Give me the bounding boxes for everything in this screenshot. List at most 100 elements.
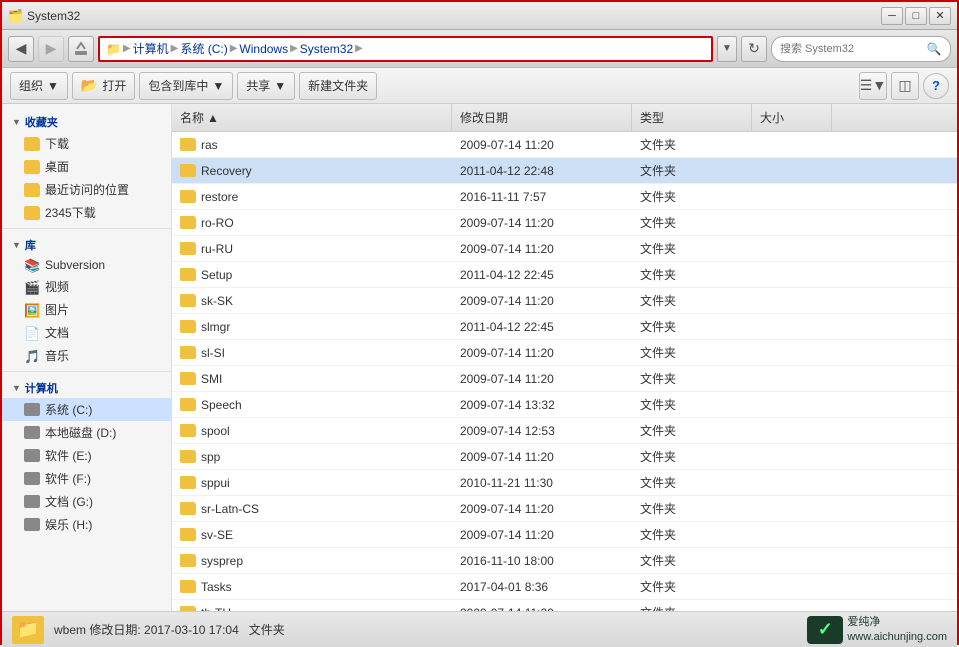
preview-pane-button[interactable]: ◫ [891, 72, 919, 100]
sidebar-item-g-drive[interactable]: 文档 (G:) [2, 490, 171, 513]
search-box[interactable]: 🔍 [771, 36, 951, 62]
help-button[interactable]: ? [923, 73, 949, 99]
table-row[interactable]: ro-RO2009-07-14 11:20文件夹 [172, 210, 957, 236]
organize-dropdown-icon: ▼ [47, 79, 59, 93]
folder-icon [180, 372, 196, 385]
col-size[interactable]: 大小 [752, 104, 832, 131]
file-name-cell: restore [172, 184, 452, 209]
file-size-cell [752, 366, 832, 391]
table-row[interactable]: sk-SK2009-07-14 11:20文件夹 [172, 288, 957, 314]
table-row[interactable]: Speech2009-07-14 13:32文件夹 [172, 392, 957, 418]
folder-icon [180, 190, 196, 203]
col-name[interactable]: 名称 ▲ [172, 104, 452, 131]
share-label: 共享 [246, 77, 270, 94]
path-drive[interactable]: 系统 (C:) [180, 40, 227, 57]
table-row[interactable]: Setup2011-04-12 22:45文件夹 [172, 262, 957, 288]
table-row[interactable]: sl-SI2009-07-14 11:20文件夹 [172, 340, 957, 366]
forward-button[interactable]: ▶ [38, 36, 64, 62]
file-type-cell: 文件夹 [632, 548, 752, 573]
pictures-label: 图片 [45, 301, 69, 318]
new-folder-button[interactable]: 新建文件夹 [299, 72, 377, 100]
up-button[interactable] [68, 36, 94, 62]
f-drive-icon [24, 472, 40, 485]
recent-folder-icon [24, 183, 40, 197]
open-button[interactable]: 📂 打开 [72, 72, 135, 100]
address-dropdown[interactable]: ▼ [717, 36, 737, 62]
table-row[interactable]: sr-Latn-CS2009-07-14 11:20文件夹 [172, 496, 957, 522]
view-options-button[interactable]: ☰▼ [859, 72, 887, 100]
folder-icon [180, 164, 196, 177]
table-row[interactable]: spool2009-07-14 12:53文件夹 [172, 418, 957, 444]
search-icon[interactable]: 🔍 [926, 41, 942, 57]
table-row[interactable]: Recovery2011-04-12 22:48文件夹 [172, 158, 957, 184]
table-row[interactable]: sv-SE2009-07-14 11:20文件夹 [172, 522, 957, 548]
table-row[interactable]: slmgr2011-04-12 22:45文件夹 [172, 314, 957, 340]
table-row[interactable]: Tasks2017-04-01 8:36文件夹 [172, 574, 957, 600]
table-row[interactable]: ru-RU2009-07-14 11:20文件夹 [172, 236, 957, 262]
sidebar-item-downloads[interactable]: 下载 [2, 132, 171, 155]
new-folder-label: 新建文件夹 [308, 77, 368, 94]
sidebar-item-subversion[interactable]: 📚 Subversion [2, 255, 171, 275]
file-area: 名称 ▲ 修改日期 类型 大小 ras2009-07-14 11:20文件夹Re… [172, 104, 957, 611]
sidebar-item-e-drive[interactable]: 软件 (E:) [2, 444, 171, 467]
favorites-expand-icon[interactable]: ▼ [12, 117, 21, 127]
file-type-cell: 文件夹 [632, 340, 752, 365]
status-filetype: 文件夹 [249, 621, 285, 638]
favorites-label: 收藏夹 [25, 114, 58, 130]
maximize-button[interactable]: □ [905, 7, 927, 25]
sidebar-item-video[interactable]: 🎬 视频 [2, 275, 171, 298]
file-list-body[interactable]: ras2009-07-14 11:20文件夹Recovery2011-04-12… [172, 132, 957, 611]
table-row[interactable]: restore2016-11-11 7:57文件夹 [172, 184, 957, 210]
table-row[interactable]: sppui2010-11-21 11:30文件夹 [172, 470, 957, 496]
col-modified[interactable]: 修改日期 [452, 104, 632, 131]
file-type-cell: 文件夹 [632, 444, 752, 469]
sidebar-item-desktop[interactable]: 桌面 [2, 155, 171, 178]
col-type[interactable]: 类型 [632, 104, 752, 131]
sidebar-item-2345[interactable]: 2345下载 [2, 201, 171, 224]
file-size-cell [752, 184, 832, 209]
file-modified-cell: 2009-07-14 11:20 [452, 340, 632, 365]
path-system32[interactable]: System32 [300, 42, 353, 56]
col-name-sort-icon: ▲ [207, 111, 219, 125]
sidebar-item-music[interactable]: 🎵 音乐 [2, 344, 171, 367]
table-row[interactable]: ras2009-07-14 11:20文件夹 [172, 132, 957, 158]
table-row[interactable]: SMI2009-07-14 11:20文件夹 [172, 366, 957, 392]
share-button[interactable]: 共享 ▼ [237, 72, 295, 100]
table-row[interactable]: spp2009-07-14 11:20文件夹 [172, 444, 957, 470]
file-type-cell: 文件夹 [632, 392, 752, 417]
documents-lib-icon: 📄 [24, 326, 40, 340]
sidebar-item-recent[interactable]: 最近访问的位置 [2, 178, 171, 201]
sidebar-item-pictures[interactable]: 🖼️ 图片 [2, 298, 171, 321]
file-size-cell [752, 548, 832, 573]
include-library-button[interactable]: 包含到库中 ▼ [139, 72, 233, 100]
folder-icon [180, 424, 196, 437]
computer-expand-icon[interactable]: ▼ [12, 383, 21, 393]
sidebar-item-c-drive[interactable]: 系统 (C:) [2, 398, 171, 421]
file-modified-cell: 2009-07-14 11:20 [452, 496, 632, 521]
sidebar-item-h-drive[interactable]: 娱乐 (H:) [2, 513, 171, 536]
table-row[interactable]: sysprep2016-11-10 18:00文件夹 [172, 548, 957, 574]
table-row[interactable]: th-TH2009-07-14 11:20文件夹 [172, 600, 957, 611]
back-button[interactable]: ◀ [8, 36, 34, 62]
file-type-cell: 文件夹 [632, 574, 752, 599]
status-filename: wbem [54, 623, 86, 637]
sidebar-item-f-drive[interactable]: 软件 (F:) [2, 467, 171, 490]
sidebar-item-d-drive[interactable]: 本地磁盘 (D:) [2, 421, 171, 444]
file-type-cell: 文件夹 [632, 132, 752, 157]
library-expand-icon[interactable]: ▼ [12, 240, 21, 250]
minimize-button[interactable]: ─ [881, 7, 903, 25]
search-input[interactable] [780, 43, 922, 55]
refresh-button[interactable]: ↻ [741, 36, 767, 62]
sidebar-item-documents[interactable]: 📄 文档 [2, 321, 171, 344]
address-path[interactable]: 📁 ▶ 计算机 ▶ 系统 (C:) ▶ Windows ▶ System32 ▶ [98, 36, 713, 62]
path-computer[interactable]: 计算机 [133, 40, 169, 57]
organize-button[interactable]: 组织 ▼ [10, 72, 68, 100]
file-size-cell [752, 418, 832, 443]
path-windows[interactable]: Windows [239, 42, 288, 56]
h-drive-icon [24, 518, 40, 531]
file-size-cell [752, 444, 832, 469]
pictures-lib-icon: 🖼️ [24, 303, 40, 317]
h-drive-label: 娱乐 (H:) [45, 516, 92, 533]
close-button[interactable]: ✕ [929, 7, 951, 25]
file-name-cell: SMI [172, 366, 452, 391]
